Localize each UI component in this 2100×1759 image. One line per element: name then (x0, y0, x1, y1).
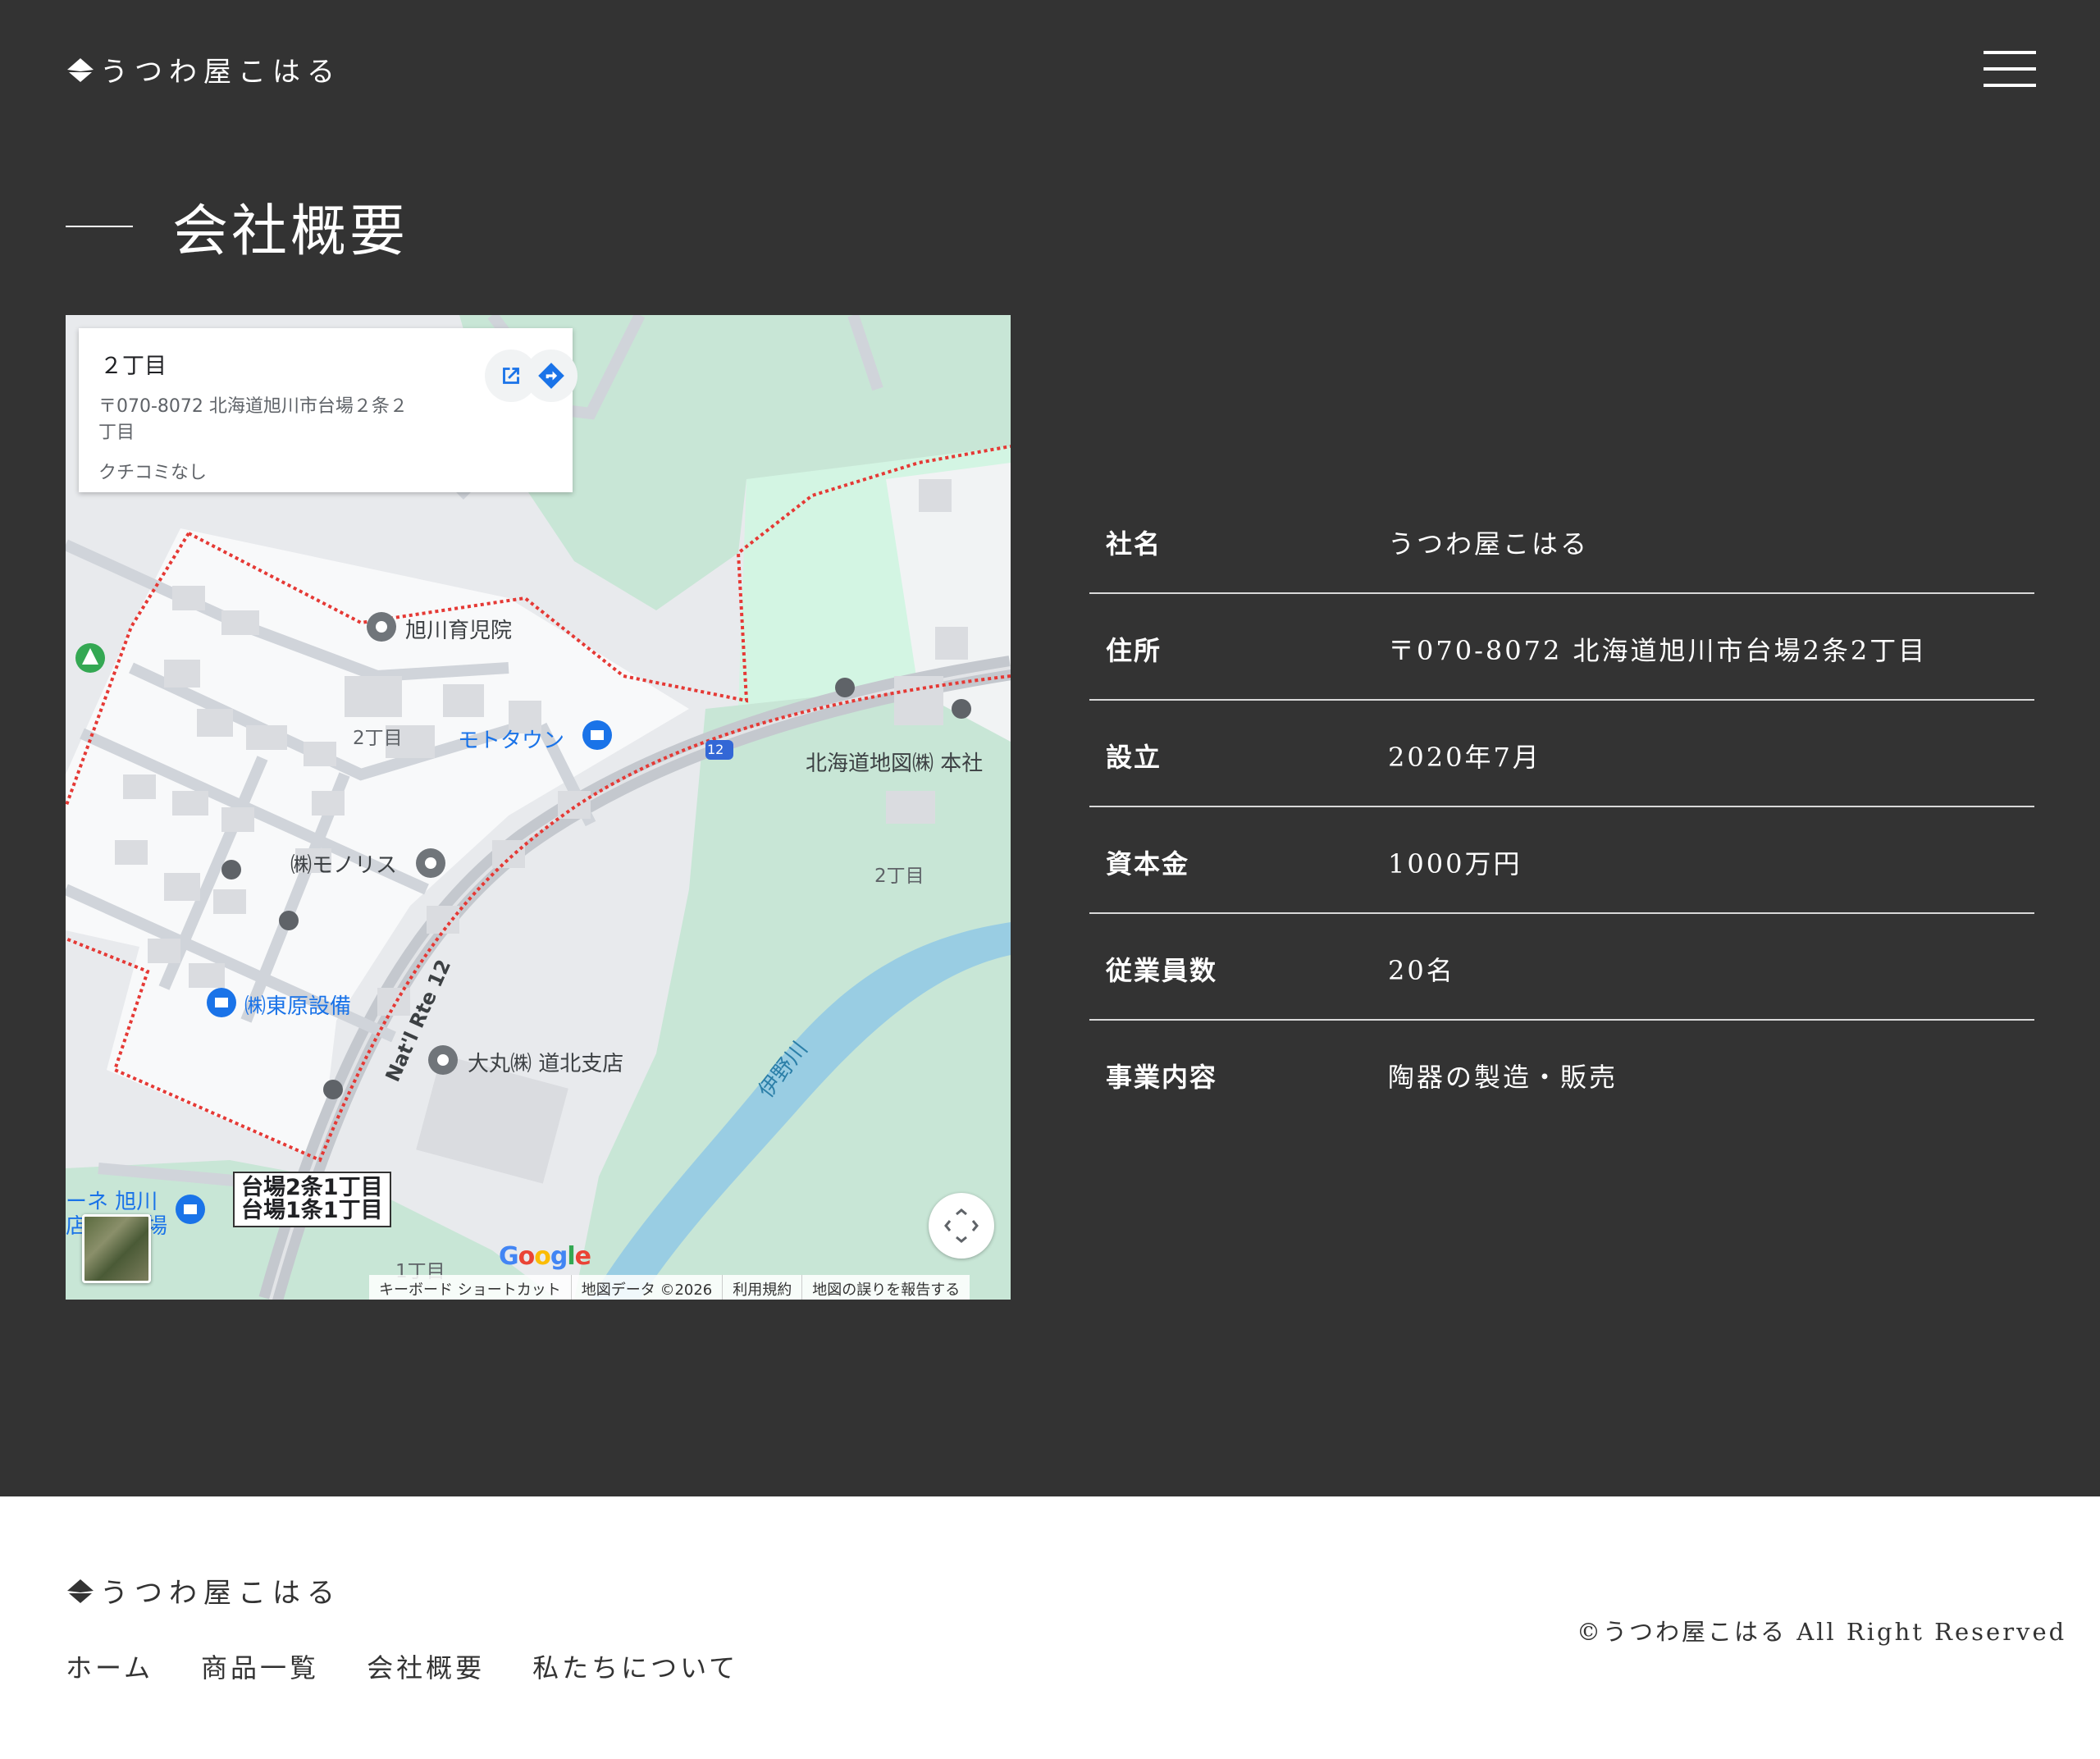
info-row-company-name: 社名 うつわ屋こはる (1089, 487, 2034, 594)
map-label-2chome-a: 2丁目 (353, 728, 403, 749)
map-boxed-label: 台場2条1丁目 台場1条1丁目 (233, 1172, 391, 1227)
info-value: 2020年7月 (1388, 742, 1541, 773)
info-label: 事業内容 (1106, 1062, 1218, 1093)
map-label-nursery[interactable]: 旭川育児院 (405, 614, 512, 644)
page-title-text: 会社概要 (172, 199, 409, 264)
footer-nav-products[interactable]: 商品一覧 (201, 1647, 319, 1685)
boxed-label-line1: 台場2条1丁目 (241, 1175, 383, 1200)
directions-icon[interactable] (525, 350, 578, 402)
recenter-icon (944, 1208, 979, 1243)
info-row-employees: 従業員数 20名 (1089, 914, 2034, 1021)
header-logo-text: うつわ屋こはる (100, 56, 341, 89)
info-card-address: 〒070-8072 北海道旭川市台場２条２丁目 (98, 396, 408, 443)
info-row-founded: 設立 2020年7月 (1089, 701, 2034, 807)
footer-logo-text: うつわ屋こはる (100, 1577, 341, 1610)
footer-logo[interactable]: うつわ屋こはる (66, 1570, 341, 1611)
map-info-card: ２丁目 〒070-8072 北海道旭川市台場２条２丁目 クチコミなし (79, 328, 578, 492)
google-logo: Google (499, 1242, 591, 1271)
info-card-title: ２丁目 (100, 354, 167, 379)
info-label: 社名 (1106, 528, 1162, 560)
map-label-daimaru[interactable]: 大丸㈱ 道北支店 (468, 1047, 623, 1077)
info-row-address: 住所 〒070-8072 北海道旭川市台場2条2丁目 (1089, 594, 2034, 701)
info-label: 設立 (1106, 742, 1162, 773)
route-shield: 12 (707, 742, 724, 757)
map-recenter-button[interactable] (929, 1193, 994, 1259)
info-value: 1000万円 (1388, 848, 1522, 880)
page-title: 会社概要 (66, 185, 409, 267)
map-label-mototown[interactable]: モトタウン (458, 724, 564, 754)
info-label: 資本金 (1106, 848, 1190, 880)
info-value: 陶器の製造・販売 (1388, 1062, 1618, 1093)
company-info-table: 社名 うつわ屋こはる 住所 〒070-8072 北海道旭川市台場2条2丁目 設立… (1089, 487, 2034, 1127)
footer-nav-home[interactable]: ホーム (66, 1647, 153, 1685)
header-logo[interactable]: うつわ屋こはる (66, 49, 341, 89)
keyboard-shortcuts-link[interactable]: キーボード ショートカット (369, 1275, 571, 1300)
info-row-business: 事業内容 陶器の製造・販売 (1089, 1021, 2034, 1127)
title-rule (66, 225, 133, 227)
map-embed[interactable]: 旭川育児院 モトタウン 北海道地図㈱ 本社 ㈱モノリス ㈱東原設備 大丸㈱ 道北… (66, 315, 1011, 1300)
info-value: うつわ屋こはる (1388, 528, 1590, 560)
satellite-toggle[interactable] (82, 1214, 151, 1283)
map-label-higashihara[interactable]: ㈱東原設備 (244, 989, 351, 1020)
map-data-text: 地図データ ©2026 (570, 1275, 723, 1300)
info-value: 20名 (1388, 955, 1455, 986)
logo-diamond-icon (67, 57, 94, 82)
info-row-capital: 資本金 1000万円 (1089, 807, 2034, 914)
map-label-monolith[interactable]: ㈱モノリス (290, 848, 397, 879)
boxed-label-line2: 台場1条1丁目 (241, 1198, 383, 1223)
map-attribution: キーボード ショートカット 地図データ ©2026 利用規約 地図の誤りを報告す… (369, 1275, 970, 1300)
footer-nav: ホーム 商品一覧 会社概要 私たちについて (66, 1647, 738, 1685)
info-card-reviews[interactable]: クチコミなし (98, 458, 207, 484)
info-label: 住所 (1106, 635, 1162, 666)
copyright-text: ©うつわ屋こはる All Right Reserved (1577, 1618, 2067, 1646)
map-label-hokkaido-map[interactable]: 北海道地図㈱ 本社 (806, 747, 983, 777)
logo-diamond-icon (67, 1579, 94, 1603)
footer-nav-company[interactable]: 会社概要 (367, 1647, 485, 1685)
hamburger-menu-icon[interactable] (1984, 49, 2036, 90)
footer-nav-about[interactable]: 私たちについて (532, 1647, 738, 1685)
map-label-2chome-b: 2丁目 (874, 866, 924, 887)
report-error-link[interactable]: 地図の誤りを報告する (801, 1275, 970, 1300)
terms-link[interactable]: 利用規約 (722, 1275, 801, 1300)
info-value: 〒070-8072 北海道旭川市台場2条2丁目 (1388, 635, 1928, 666)
info-label: 従業員数 (1106, 955, 1218, 986)
